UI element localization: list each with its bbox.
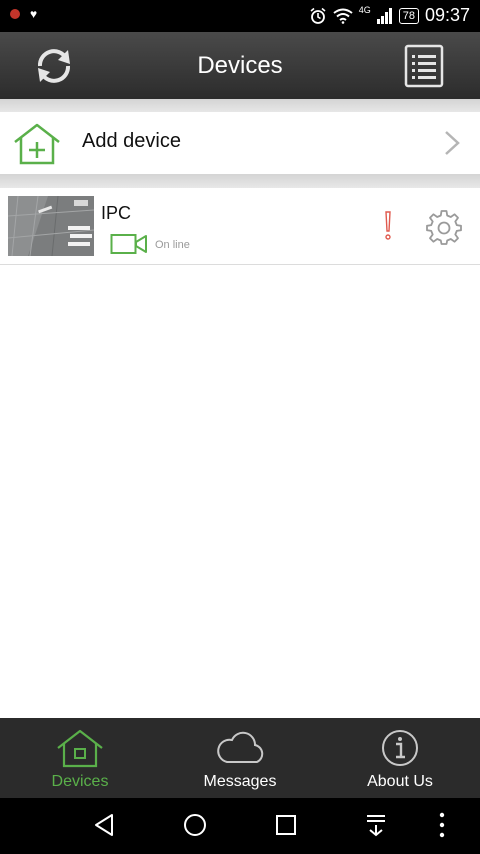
device-status: On line xyxy=(155,239,190,251)
add-device-label: Add device xyxy=(82,130,181,152)
cloud-icon xyxy=(217,731,264,763)
device-name: IPC xyxy=(101,203,132,223)
more-vert-icon[interactable] xyxy=(434,812,450,838)
tab-messages-label: Messages xyxy=(203,773,277,790)
status-bar: ♥ 4G 78 09:37 xyxy=(0,0,480,32)
tab-about-label: About Us xyxy=(367,773,433,790)
divider-strip xyxy=(0,99,480,113)
notification-dot-icon xyxy=(10,9,20,19)
chevron-right-icon xyxy=(445,131,460,155)
system-nav-bar xyxy=(0,798,480,854)
status-time: 09:37 xyxy=(424,5,470,25)
tab-messages[interactable]: Messages xyxy=(160,718,320,798)
signal-icon xyxy=(376,7,392,24)
video-camera-icon xyxy=(110,234,147,254)
divider-strip xyxy=(0,174,480,188)
add-home-icon xyxy=(14,123,60,165)
gear-icon[interactable] xyxy=(426,209,462,245)
recents-icon[interactable] xyxy=(274,812,298,838)
pull-down-icon[interactable] xyxy=(364,812,388,838)
heart-icon: ♥ xyxy=(30,7,38,21)
tab-devices[interactable]: Devices xyxy=(0,718,160,798)
network-type-label: 4G xyxy=(358,4,371,15)
home-circle-icon[interactable] xyxy=(182,812,208,838)
bottom-nav: Devices Messages About Us xyxy=(0,718,480,798)
device-thumbnail[interactable] xyxy=(8,196,94,256)
home-icon xyxy=(57,729,103,768)
add-device-row[interactable]: Add device xyxy=(0,112,480,174)
alarm-icon xyxy=(310,7,326,24)
back-icon[interactable] xyxy=(92,812,116,838)
device-list-item[interactable]: IPC On line xyxy=(0,188,480,265)
wifi-icon xyxy=(333,8,353,24)
tab-about-us[interactable]: About Us xyxy=(320,718,480,798)
app-header: Devices xyxy=(0,32,480,100)
info-icon xyxy=(382,730,418,766)
tab-devices-label: Devices xyxy=(51,773,109,790)
list-icon[interactable] xyxy=(404,44,444,88)
exclamation-icon[interactable] xyxy=(383,211,393,241)
battery-indicator: 78 xyxy=(398,7,419,24)
